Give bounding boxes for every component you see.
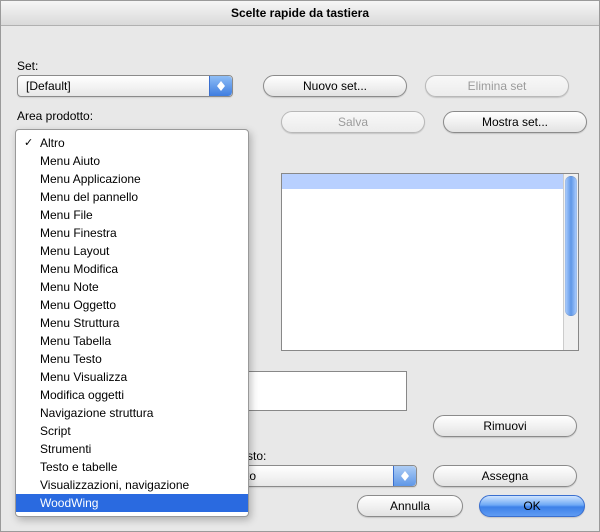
dropdown-item[interactable]: Altro [16, 134, 248, 152]
dropdown-item[interactable]: Menu del pannello [16, 188, 248, 206]
save-button[interactable]: Salva [281, 111, 425, 133]
window-title: Scelte rapide da tastiera [1, 1, 599, 26]
dropdown-item[interactable]: Script [16, 422, 248, 440]
area-buttons: Salva Mostra set... [281, 111, 587, 133]
dropdown-item[interactable]: Navigazione struttura [16, 404, 248, 422]
dropdown-item[interactable]: Strumenti [16, 440, 248, 458]
dropdown-item[interactable]: WoodWing [16, 494, 248, 512]
cancel-button[interactable]: Annulla [357, 495, 463, 517]
dropdown-item[interactable]: Menu Note [16, 278, 248, 296]
new-set-button[interactable]: Nuovo set... [263, 75, 407, 97]
show-set-button[interactable]: Mostra set... [443, 111, 587, 133]
dropdown-item[interactable]: Menu File [16, 206, 248, 224]
ok-button[interactable]: OK [479, 495, 585, 517]
product-area-label: Area prodotto: [17, 109, 93, 123]
dropdown-item[interactable]: Menu Testo [16, 350, 248, 368]
set-combobox-value: [Default] [26, 79, 71, 93]
delete-set-button[interactable]: Elimina set [425, 75, 569, 97]
set-section: Set: [Default] Nuovo set... Elimina set [17, 59, 587, 97]
dropdown-item[interactable]: Menu Oggetto [16, 296, 248, 314]
listbox-selection [282, 174, 564, 189]
dropdown-item[interactable]: Modifica oggetti [16, 386, 248, 404]
scrollbar-thumb[interactable] [565, 176, 577, 316]
dialog-bottom-buttons: Annulla OK [357, 495, 585, 517]
dropdown-item[interactable]: Menu Applicazione [16, 170, 248, 188]
dropdown-item[interactable]: Menu Layout [16, 242, 248, 260]
dropdown-item[interactable]: Menu Struttura [16, 314, 248, 332]
remove-button[interactable]: Rimuovi [433, 415, 577, 437]
dropdown-item[interactable]: Visualizzazioni, navigazione [16, 476, 248, 494]
dropdown-item[interactable]: Menu Visualizza [16, 368, 248, 386]
dialog-content: Set: [Default] Nuovo set... Elimina set … [1, 25, 599, 531]
assign-button[interactable]: Assegna [433, 465, 577, 487]
dropdown-item[interactable]: Menu Finestra [16, 224, 248, 242]
dialog-window: Scelte rapide da tastiera Set: [Default]… [0, 0, 600, 532]
updown-arrows-icon [393, 466, 416, 486]
scrollbar[interactable] [563, 174, 578, 350]
set-label: Set: [17, 59, 587, 73]
product-area-dropdown[interactable]: AltroMenu AiutoMenu ApplicazioneMenu del… [15, 129, 249, 517]
updown-arrows-icon [209, 76, 232, 96]
dropdown-item[interactable]: Menu Tabella [16, 332, 248, 350]
dropdown-item[interactable]: Testo e tabelle [16, 458, 248, 476]
commands-listbox[interactable] [281, 173, 579, 351]
set-combobox[interactable]: [Default] [17, 75, 233, 97]
dropdown-item[interactable]: Menu Modifica [16, 260, 248, 278]
dropdown-item[interactable]: Menu Aiuto [16, 152, 248, 170]
